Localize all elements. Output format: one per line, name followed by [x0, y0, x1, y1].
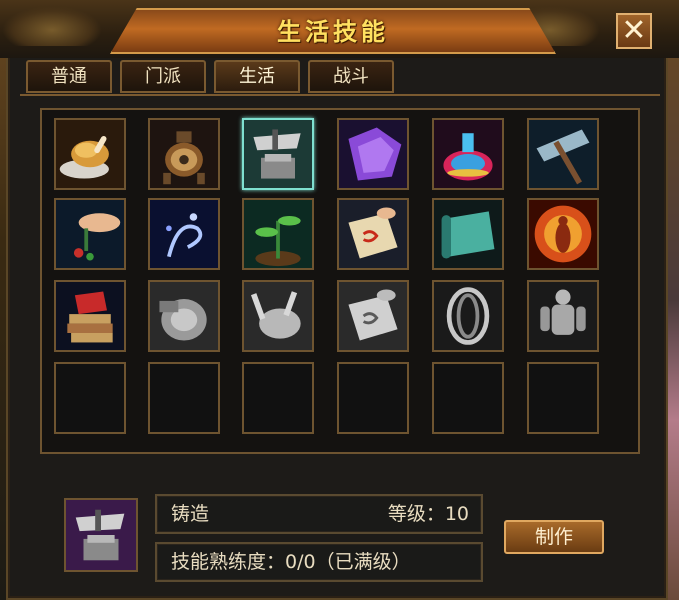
make-button[interactable]: 制作	[504, 520, 604, 554]
tab-general[interactable]: 普通	[26, 60, 112, 93]
empty-skill-slot	[54, 362, 126, 434]
chicken-icon[interactable]	[242, 280, 314, 352]
proficiency-row: 技能熟练度：0/0（已满级）	[155, 542, 483, 582]
window-title: 生活技能	[277, 18, 389, 46]
empty-skill-slot	[148, 362, 220, 434]
empty-skill-slot	[432, 362, 504, 434]
talisman-icon[interactable]	[337, 198, 409, 270]
cauldron-icon[interactable]	[148, 118, 220, 190]
potion-icon[interactable]	[432, 118, 504, 190]
empty-skill-slot	[337, 362, 409, 434]
sprout-icon[interactable]	[242, 198, 314, 270]
robe-icon[interactable]	[337, 118, 409, 190]
whirlwind-icon[interactable]	[432, 280, 504, 352]
skill-proficiency: 技能熟练度：0/0（已满级）	[171, 551, 411, 573]
close-icon: ✕	[621, 13, 647, 48]
skill-info-row: 铸造 等级：10	[155, 494, 483, 534]
roast-chicken-icon[interactable]	[54, 118, 126, 190]
spirit-icon[interactable]	[148, 198, 220, 270]
tab-combat[interactable]: 战斗	[308, 60, 394, 93]
skill-name: 铸造	[171, 503, 210, 525]
muscle-body-icon[interactable]	[527, 280, 599, 352]
tab-life[interactable]: 生活	[214, 60, 300, 93]
empty-skill-slot	[527, 362, 599, 434]
selected-skill-icon	[64, 498, 138, 572]
scroll-icon[interactable]	[432, 198, 504, 270]
skill-level: 等级：10	[387, 503, 469, 525]
close-button[interactable]: ✕	[616, 13, 652, 49]
background-right	[667, 0, 679, 600]
tab-sect[interactable]: 门派	[120, 60, 206, 93]
empty-skill-slot	[242, 362, 314, 434]
millstone-icon[interactable]	[148, 280, 220, 352]
talisman-gray-icon[interactable]	[337, 280, 409, 352]
pickaxe-icon[interactable]	[527, 118, 599, 190]
anvil-icon[interactable]	[242, 118, 314, 190]
frame-ornament-left	[2, 6, 102, 46]
herb-picking-icon[interactable]	[54, 198, 126, 270]
tab-divider	[20, 94, 660, 96]
flame-body-icon[interactable]	[527, 198, 599, 270]
books-icon[interactable]	[54, 280, 126, 352]
